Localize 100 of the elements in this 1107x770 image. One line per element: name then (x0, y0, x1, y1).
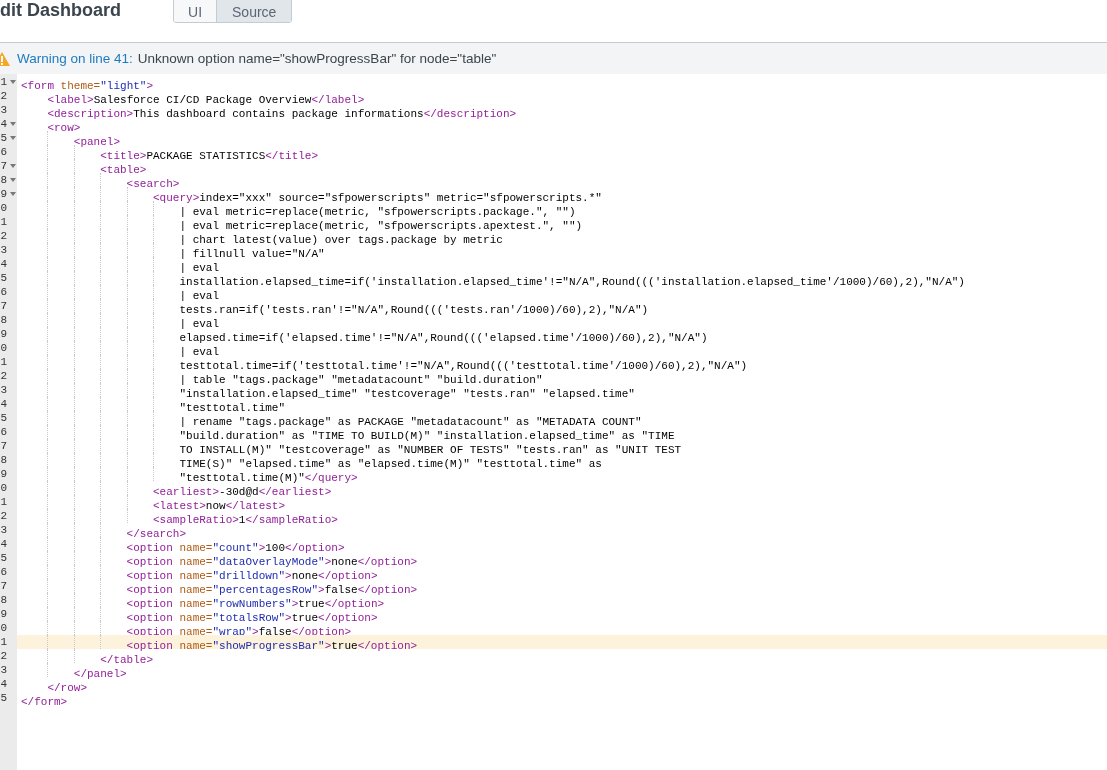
line-number: 4 (0, 677, 7, 691)
code-line: <search> (125, 178, 180, 190)
code-line: <option name="drilldown">none</option> (125, 570, 378, 582)
line-number: 7 (0, 579, 7, 593)
code-line: "installation.elapsed_time" "testcoverage" "tests.ran" "elapsed.time" (178, 388, 635, 400)
code-line: | rename "tags.package" as PACKAGE "metadatacount" as "METADATA COUNT" (178, 416, 642, 428)
code-line: <row> (46, 122, 81, 134)
code-line: elapsed.time=if('elapsed.time'!="N/A",Round((('elapsed.time'/1000)/60),2),"N/A") (178, 332, 708, 344)
warning-label: Warning on line 41: (17, 51, 133, 66)
line-number: 7 (0, 299, 7, 313)
code-line: tests.ran=if('tests.ran'!="N/A",Round((('tests.ran'/1000)/60),2),"N/A") (178, 304, 649, 316)
line-number: 6 (0, 565, 7, 579)
line-number: 1 (0, 215, 7, 229)
line-number: 2 (0, 229, 7, 243)
code-line: <option name="percentagesRow">false</option> (125, 584, 418, 596)
code-line: | chart latest(value) over tags.package by metric (178, 234, 503, 246)
code-line: <option name="rowNumbers">true</option> (125, 598, 385, 610)
line-number: 0 (0, 201, 7, 215)
line-number: 7 (0, 439, 7, 453)
fold-caret-icon[interactable] (10, 122, 16, 126)
code-line: <earliest>-30d@d</earliest> (152, 486, 332, 498)
line-number: 4 (0, 117, 7, 131)
line-number: 1 (0, 495, 7, 509)
code-line: | eval metric=replace(metric, "sfpowerscripts.package.", "") (178, 206, 576, 218)
line-number: 2 (0, 89, 7, 103)
line-number: 3 (0, 663, 7, 677)
line-number: 1 (0, 75, 7, 89)
code-line: <sampleRatio>1</sampleRatio> (152, 514, 338, 526)
code-line: | table "tags.package" "metadatacount" "build.duration" (178, 374, 543, 386)
code-line: | fillnull value="N/A" (178, 248, 325, 260)
fold-caret-icon[interactable] (10, 164, 16, 168)
code-line: </search> (125, 528, 187, 540)
line-number: 9 (0, 607, 7, 621)
fold-caret-icon[interactable] (10, 178, 16, 182)
warning-message: Unknown option name="showProgressBar" for node="table" (137, 51, 497, 66)
line-number: 2 (0, 649, 7, 663)
line-number: 8 (0, 313, 7, 327)
code-line: <form theme="light"> (21, 80, 154, 92)
line-number: 0 (0, 341, 7, 355)
line-number: 8 (0, 173, 7, 187)
code-line: | eval (178, 318, 220, 330)
line-number: 9 (0, 327, 7, 341)
line-number: 9 (0, 467, 7, 481)
line-number: 0 (0, 481, 7, 495)
code-line: <label>Salesforce CI/CD Package Overview</label> (46, 94, 365, 106)
line-number: 4 (0, 257, 7, 271)
code-line: TO INSTALL(M)" "testcoverage" as "NUMBER OF TESTS" "tests.ran" as "UNIT TEST (178, 444, 682, 456)
page-title: dit Dashboard (0, 0, 121, 20)
code-line: <option name="wrap">false</option> (125, 626, 352, 638)
line-number: 4 (0, 537, 7, 551)
line-number: 3 (0, 383, 7, 397)
code-line: "build.duration" as "TIME TO BUILD(M)" "installation.elapsed_time" as "TIME (178, 430, 675, 442)
code-line: <panel> (72, 136, 121, 148)
line-number: 9 (0, 187, 7, 201)
code-line: </form> (21, 696, 68, 708)
code-line: <description>This dashboard contains package informations</description> (46, 108, 517, 120)
warning-icon (0, 50, 10, 67)
code-line: | eval (178, 346, 220, 358)
line-number: 5 (0, 691, 7, 705)
line-number: 8 (0, 593, 7, 607)
line-number: 5 (0, 551, 7, 565)
line-number: 2 (0, 509, 7, 523)
code-line: <option name="dataOverlayMode">none</option> (125, 556, 418, 568)
code-line: <query>index="xxx" source="sfpowerscripts" metric="sfpowerscripts.*" (152, 192, 602, 204)
code-line: | eval metric=replace(metric, "sfpowerscripts.apextest.", "") (178, 220, 583, 232)
mode-tab[interactable]: UI (174, 0, 216, 22)
line-number: 6 (0, 285, 7, 299)
code-line: </table> (99, 654, 154, 666)
code-line: </panel> (72, 668, 127, 680)
code-line: <option name="totalsRow">true</option> (125, 612, 378, 624)
code-line: <table> (99, 164, 147, 176)
line-number: 1 (0, 355, 7, 369)
line-number: 8 (0, 453, 7, 467)
line-number: 5 (0, 131, 7, 145)
line-number: 4 (0, 397, 7, 411)
code-line: "testtotal.time" (178, 402, 286, 414)
line-number: 5 (0, 271, 7, 285)
line-number: 3 (0, 523, 7, 537)
fold-caret-icon[interactable] (10, 136, 16, 140)
code-line: installation.elapsed_time=if('installation.elapsed_time'!="N/A",Round((('installation.elapsed_time'/1000)/60),2),"N/A") (178, 276, 965, 288)
mode-tab[interactable]: Source (216, 0, 292, 22)
fold-caret-icon[interactable] (10, 192, 16, 196)
code-editor[interactable] (0, 74, 1107, 770)
code-line: | eval (178, 262, 220, 274)
line-number: 3 (0, 103, 7, 117)
line-number: 5 (0, 411, 7, 425)
fold-caret-icon[interactable] (10, 80, 16, 84)
line-number: 2 (0, 369, 7, 383)
code-line: </row> (46, 682, 87, 694)
line-number: 6 (0, 425, 7, 439)
line-number: 7 (0, 159, 7, 173)
line-number: 3 (0, 243, 7, 257)
code-line: <option name="count">100</option> (125, 542, 345, 554)
code-line: testtotal.time=if('testtotal.time'!="N/A",Round((('testtotal.time'/1000)/60),2),"N/A") (178, 360, 748, 372)
code-line: "testtotal.time(M)"</query> (178, 472, 358, 484)
code-line: TIME(S)" "elapsed.time" as "elapsed.time(M)" "testtotal.time" as (178, 458, 602, 470)
code-line: <latest>now</latest> (152, 500, 286, 512)
line-number: 1 (0, 635, 7, 649)
code-line: <title>PACKAGE STATISTICS</title> (99, 150, 319, 162)
code-line: | eval (178, 290, 220, 302)
